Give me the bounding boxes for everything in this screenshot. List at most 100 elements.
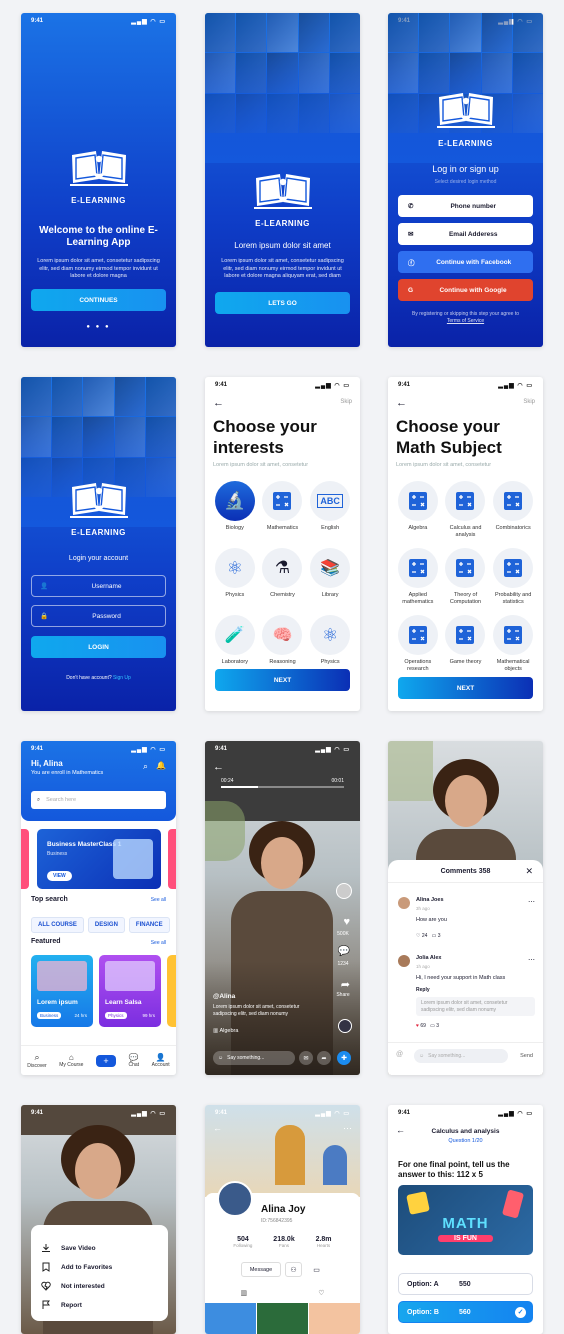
- interest-mathematics[interactable]: Mathematics: [259, 481, 307, 538]
- interest-biology[interactable]: 🔬 Biology: [211, 481, 259, 538]
- send-button[interactable]: Send: [520, 1053, 533, 1059]
- password-field[interactable]: 🔒 Password: [31, 605, 166, 627]
- avatar: [398, 955, 410, 967]
- search-icon[interactable]: ⌕: [143, 761, 148, 772]
- menu-add-favorites[interactable]: Add to Favorites: [41, 1262, 168, 1272]
- avatar[interactable]: [336, 883, 352, 899]
- interest-chemistry[interactable]: ⚗ Chemistry: [259, 548, 307, 605]
- nav-chat[interactable]: 💬 Chat: [129, 1053, 140, 1068]
- more-icon[interactable]: ⋯: [528, 956, 535, 964]
- subject-applied[interactable]: Applied mathematics: [394, 548, 442, 605]
- nav-my-course[interactable]: ⌂ My Course: [59, 1053, 83, 1068]
- share-icon[interactable]: ➦: [317, 1051, 331, 1065]
- reply-icon[interactable]: ▭: [430, 1023, 435, 1029]
- search-input[interactable]: ⌕ Search here: [31, 791, 166, 809]
- card-illustration: [37, 961, 87, 991]
- subject-probability[interactable]: Probability and statistics: [489, 548, 537, 605]
- interest-physics[interactable]: ⚛ Physics: [211, 548, 259, 605]
- google-login-button[interactable]: G Continue with Google: [398, 279, 533, 301]
- view-button[interactable]: VIEW: [47, 871, 72, 881]
- comment-input[interactable]: ☺ Say something...: [414, 1049, 508, 1063]
- avatar: [398, 897, 410, 909]
- heart-icon[interactable]: ♥: [416, 1023, 419, 1029]
- subject-operations[interactable]: Operations research: [394, 615, 442, 672]
- back-arrow-icon[interactable]: ←: [213, 761, 224, 773]
- next-button[interactable]: NEXT: [398, 677, 533, 699]
- menu-not-interested[interactable]: Not interested: [41, 1281, 168, 1291]
- login-button[interactable]: LOGIN: [31, 636, 166, 658]
- close-icon[interactable]: ✕: [525, 866, 533, 877]
- chip-design[interactable]: DESIGN: [87, 917, 125, 933]
- message-button[interactable]: Message: [241, 1262, 281, 1277]
- at-icon[interactable]: @: [396, 1051, 403, 1058]
- continue-button[interactable]: CONTINUES: [31, 289, 166, 311]
- video-thumbnail[interactable]: [257, 1303, 308, 1334]
- subject-calculus[interactable]: Calculus and analysis: [442, 481, 490, 538]
- back-arrow-icon[interactable]: ←: [396, 397, 407, 409]
- heart-icon[interactable]: ♥: [343, 916, 350, 928]
- comment-input[interactable]: ☺ Say something...: [213, 1051, 295, 1065]
- screen-login-method: 9:41▂▄▆ ◠ ▭ E-LEARNING Log in or sign up…: [388, 13, 543, 347]
- course-banner[interactable]: Business MasterClass 1 Business VIEW: [37, 829, 161, 889]
- mail-icon[interactable]: ✉: [299, 1051, 313, 1065]
- bell-icon[interactable]: 🔔: [156, 761, 166, 770]
- subject-game-theory[interactable]: Game theory: [442, 615, 490, 672]
- reply-link[interactable]: Reply: [416, 987, 430, 993]
- video-username[interactable]: @Alina: [213, 993, 235, 1000]
- featured-card-1[interactable]: Lorem ipsum Business 24 hrs: [31, 955, 93, 1027]
- video-thumbnail[interactable]: [205, 1303, 256, 1334]
- chip-finance[interactable]: FINANCE: [128, 917, 170, 933]
- signup-link[interactable]: Sign Up: [113, 675, 131, 681]
- menu-save-video[interactable]: Save Video: [41, 1243, 168, 1253]
- heart-icon[interactable]: ♡: [416, 933, 420, 939]
- interest-library[interactable]: 📚 Library: [306, 548, 354, 605]
- menu-report[interactable]: Report: [41, 1300, 168, 1310]
- lets-go-button[interactable]: LETS GO: [215, 292, 350, 314]
- share-icon[interactable]: ➦: [341, 978, 350, 991]
- phone-login-button[interactable]: ✆ Phone number: [398, 195, 533, 217]
- nav-account[interactable]: 👤 Account: [152, 1053, 170, 1068]
- progress-bar[interactable]: [221, 786, 344, 788]
- interest-reasoning[interactable]: 🧠 Reasoning: [259, 615, 307, 672]
- subject-computation[interactable]: Theory of Computation: [442, 548, 490, 605]
- option-a[interactable]: Option: A 550: [398, 1273, 533, 1295]
- terms-link[interactable]: Terms of Service: [400, 318, 531, 324]
- add-friend-icon[interactable]: ⚇: [285, 1262, 302, 1277]
- featured-heading: Featured: [31, 938, 61, 945]
- facebook-login-button[interactable]: ⓕ Continue with Facebook: [398, 251, 533, 273]
- see-all-link[interactable]: See all: [151, 897, 166, 903]
- username-field[interactable]: 👤 Username: [31, 575, 166, 597]
- option-b-selected[interactable]: Option: B 560 ✓: [398, 1301, 533, 1323]
- next-button[interactable]: NEXT: [215, 669, 350, 691]
- check-icon: ✓: [515, 1306, 526, 1318]
- page-dots: ● ● ●: [86, 324, 111, 330]
- grid-tab-icon[interactable]: ▥: [241, 1289, 248, 1297]
- more-icon[interactable]: ⋯: [528, 898, 535, 906]
- subject-objects[interactable]: Mathematical objects: [489, 615, 537, 672]
- featured-card-2[interactable]: Learn Salsa Physics 99 hrs: [99, 955, 161, 1027]
- interest-laboratory[interactable]: 🧪 Laboratory: [211, 615, 259, 672]
- nav-discover[interactable]: ⌕ Discover: [27, 1052, 46, 1069]
- subject-algebra[interactable]: Algebra: [394, 481, 442, 538]
- video-thumbnail[interactable]: [309, 1303, 360, 1334]
- comment-icon[interactable]: 💬: [338, 946, 350, 957]
- banner-illustration: [113, 839, 153, 879]
- subject-combinatorics[interactable]: Combinatorics: [489, 481, 537, 538]
- see-all-link[interactable]: See all: [151, 940, 166, 946]
- interest-english[interactable]: ABC English: [306, 481, 354, 538]
- email-login-button[interactable]: ✉ Email Adderess: [398, 223, 533, 245]
- skip-link[interactable]: Skip: [340, 399, 352, 405]
- nav-add[interactable]: +: [95, 1054, 116, 1067]
- chip-all-course[interactable]: ALL COURSE: [31, 917, 84, 933]
- video-icon[interactable]: ▭: [308, 1262, 325, 1277]
- back-arrow-icon[interactable]: ←: [213, 397, 224, 409]
- reply-icon[interactable]: ▭: [432, 933, 437, 939]
- chat-icon: 💬: [128, 1053, 139, 1062]
- favorites-tab-icon[interactable]: ♡: [318, 1289, 324, 1297]
- interest-physics-2[interactable]: ⚛ Physics: [306, 615, 354, 672]
- skip-link[interactable]: Skip: [523, 399, 535, 405]
- gift-icon[interactable]: ✚: [337, 1051, 351, 1065]
- video-tag[interactable]: ▥ Algebra: [213, 1028, 238, 1034]
- back-arrow-icon[interactable]: ←: [213, 1123, 222, 1133]
- more-icon[interactable]: ⋯: [343, 1123, 352, 1134]
